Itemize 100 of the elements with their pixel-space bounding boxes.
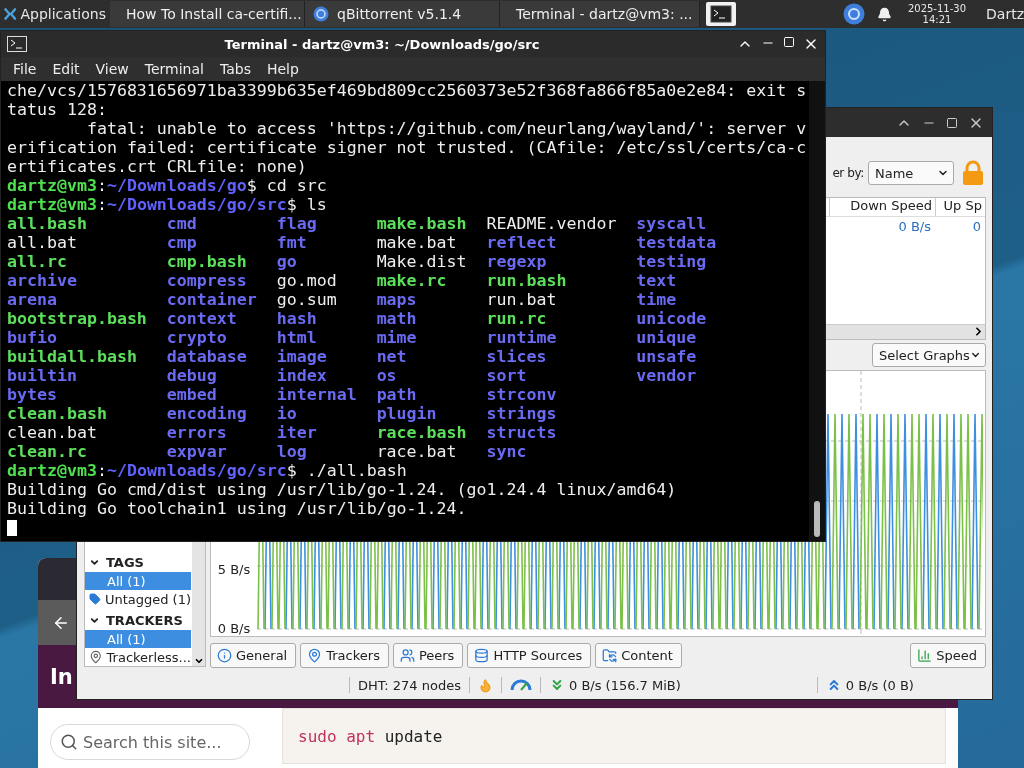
tag-icon [89, 592, 101, 606]
tab-button[interactable]: Content [595, 643, 682, 668]
user-menu[interactable]: Dartz [986, 6, 1024, 22]
axis-label: 0 B/s [217, 621, 251, 636]
file-entry: all.rc [7, 252, 67, 271]
tab-button[interactable]: Speed [910, 643, 986, 668]
file-entry: path [376, 385, 417, 404]
file-entry: bufio [7, 328, 57, 347]
file-entry: slices [486, 347, 547, 366]
file-entry: README.vendor [486, 214, 617, 233]
menu-item[interactable]: File [5, 61, 45, 77]
terminal-line: dartz@vm3:~/Downloads/go/src$ ls [7, 195, 328, 214]
file-entry: unsafe [636, 347, 697, 366]
upload-status: 0 B/s (0 B) [825, 677, 914, 693]
file-entry: go.mod [276, 271, 337, 290]
tab-button[interactable]: Peers [392, 643, 464, 668]
file-entry: clean.bash [7, 404, 107, 423]
applications-menu[interactable]: Applications [0, 6, 110, 22]
taskbar-button[interactable]: Terminal - dartz@vm3: ... [500, 1, 700, 27]
file-entry: sync [486, 442, 527, 461]
terminal-line: Building Go toolchain1 using /usr/lib/go-1.24. [7, 499, 468, 518]
file-entry: go [276, 252, 297, 271]
file-entry: cmp [166, 233, 197, 252]
section-header[interactable]: TAGS [85, 550, 191, 572]
file-entry: testing [636, 252, 707, 271]
file-entry: strconv [486, 385, 557, 404]
file-entry: os [376, 366, 397, 385]
menu-item[interactable]: Edit [44, 61, 88, 77]
file-entry: crypto [166, 328, 227, 347]
file-entry: bootstrap.bash [7, 309, 147, 328]
file-entry: run.bat [486, 290, 557, 309]
bar-chart-icon [917, 648, 933, 663]
bell-icon[interactable] [876, 6, 892, 22]
file-entry: database [166, 347, 247, 366]
file-entry: runtime [486, 328, 557, 347]
terminal-line: ertificates.crt CRLfile: none) [7, 157, 308, 176]
terminal-line: Building Go cmd/dist using /usr/lib/go-1.24. (go1.24.4 linux/amd64) [7, 480, 678, 499]
file-entry: plugin [376, 404, 437, 423]
window-title: Terminal - dartz@vm3: ~/Downloads/go/src [223, 36, 541, 52]
database-icon [474, 648, 490, 663]
file-entry: all.bash [7, 214, 87, 233]
dht-status: DHT: 274 nodes [358, 677, 461, 693]
terminal-line: dartz@vm3:~/Downloads/go$ cd src [7, 176, 328, 195]
file-entry: make.bat [376, 233, 457, 252]
taskbar-button[interactable]: How To Install ca-certifi... [110, 1, 305, 27]
file-entry: Make.dist [376, 252, 467, 271]
table-cell-text: 0 B/s [897, 219, 932, 236]
file-entry: errors [166, 423, 227, 442]
taskbar-button[interactable]: qBittorrent v5.1.4 [305, 1, 500, 27]
graph-dropdown[interactable]: Select Graphs [872, 343, 986, 367]
terminal-icon [710, 5, 732, 23]
file-entry: go.sum [276, 290, 337, 309]
file-entry: bytes [7, 385, 57, 404]
maximize-icon[interactable] [946, 116, 958, 129]
tab-button[interactable]: General [210, 643, 297, 668]
search-field[interactable]: Search this site... [50, 724, 250, 760]
file-entry: net [376, 347, 407, 366]
section-header[interactable]: TRACKERS [85, 608, 191, 630]
file-entry: sort [486, 366, 527, 385]
file-entry: strings [486, 404, 557, 423]
menu-item[interactable]: Help [258, 61, 307, 77]
file-entry: syscall [636, 214, 707, 233]
menu-item[interactable]: View [87, 61, 137, 77]
file-entry: time [636, 290, 677, 309]
terminal-line: fatal: unable to access 'https://github.com/neurlang/wayland/': server v [85, 119, 808, 138]
people-icon [399, 648, 415, 663]
filter-item[interactable]: Trackerless... [85, 648, 191, 666]
flame-icon [478, 677, 493, 693]
file-entry: iter [276, 423, 317, 442]
download-status: 0 B/s (156.7 MiB) [549, 677, 681, 693]
file-entry: internal [276, 385, 357, 404]
app-icon [313, 6, 329, 22]
menu-item[interactable]: Tabs [211, 61, 259, 77]
filter-dropdown[interactable]: Name [868, 161, 954, 185]
terminal-line: tatus 128: [7, 100, 108, 119]
app-icon[interactable] [842, 3, 865, 25]
filter-label: er by: [832, 166, 864, 180]
file-entry: builtin [7, 366, 77, 385]
column-header[interactable]: Down Speed [829, 198, 935, 216]
file-entry: vendor [636, 366, 697, 385]
filter-item[interactable]: Untagged (1) [85, 590, 191, 608]
file-entry: buildall.bash [7, 347, 137, 366]
file-entry: maps [376, 290, 417, 309]
file-entry: log [276, 442, 307, 461]
file-entry: io [276, 404, 297, 423]
scroll-down-icon[interactable] [193, 656, 204, 666]
expand-icon [89, 615, 100, 626]
file-entry: html [276, 328, 317, 347]
column-header[interactable]: Up Sp [935, 198, 985, 216]
scrollbar-thumb[interactable] [814, 501, 820, 537]
menu-item[interactable]: Terminal [136, 61, 212, 77]
tab-button[interactable]: HTTP Sources [467, 643, 592, 668]
file-entry: image [276, 347, 327, 366]
clock[interactable]: 2025-11-30 14:21 [907, 3, 967, 25]
file-entry: all.bat [7, 233, 77, 252]
terminal-launcher[interactable] [706, 2, 736, 26]
table-cell-text: 0 [971, 219, 982, 236]
file-entry: flag [276, 214, 317, 233]
tab-button[interactable]: Trackers [300, 643, 389, 668]
file-entry: arena [7, 290, 57, 309]
